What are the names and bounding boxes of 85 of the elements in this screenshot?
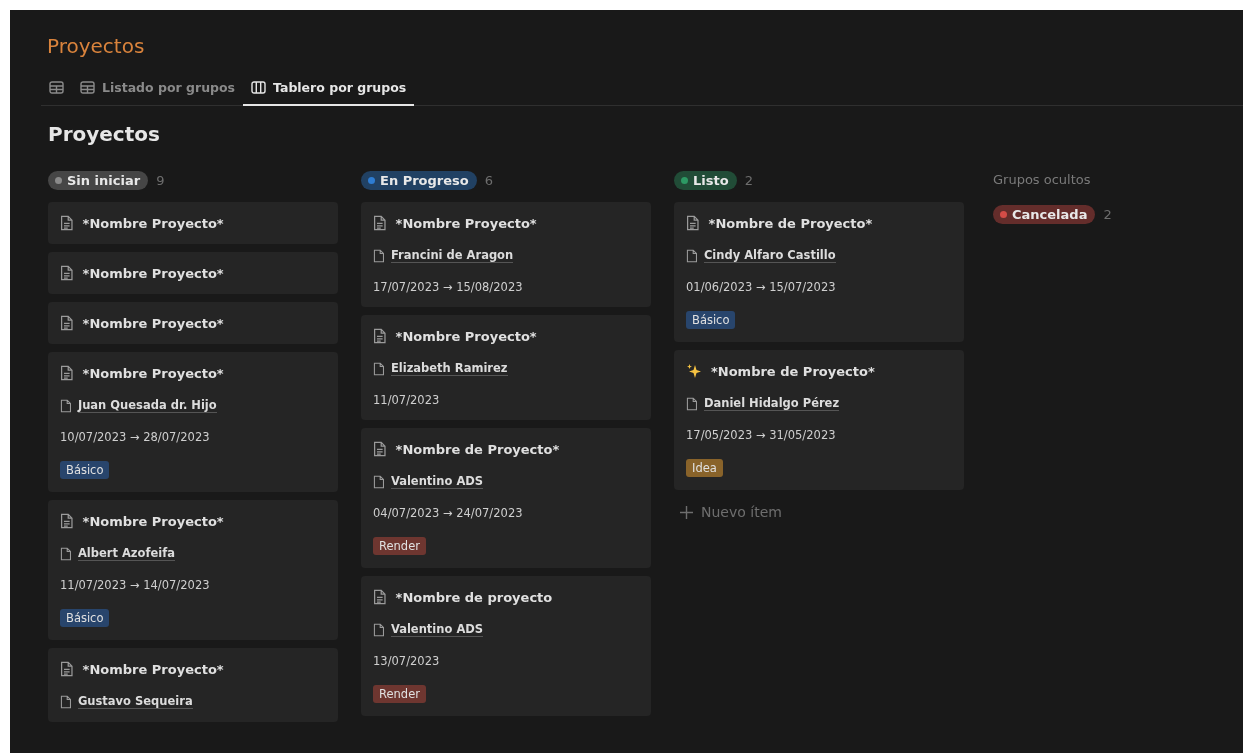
document-icon [60, 315, 74, 331]
document-icon [373, 441, 387, 457]
tag: Idea [686, 459, 723, 477]
page-icon [60, 546, 72, 561]
date-range: 11/07/2023 [373, 393, 441, 407]
document-icon [60, 365, 74, 381]
project-card[interactable]: *Nombre de Proyecto* Daniel Hidalgo Pérez 17/05/2023 → 31/05/2023 Idea [674, 350, 964, 490]
project-card[interactable]: *Nombre Proyecto* Juan Quesada dr. Hijo 10/07/2023 → 28/07/2023 Básico [48, 352, 338, 492]
date-range: 17/05/2023 → 31/05/2023 [686, 428, 837, 442]
card-title: *Nombre de Proyecto* [708, 215, 873, 231]
project-card[interactable]: *Nombre Proyecto* Albert Azofeifa 11/07/2023 → 14/07/2023 Básico [48, 500, 338, 640]
page-icon [60, 694, 72, 709]
card-title: *Nombre Proyecto* [82, 365, 224, 381]
card-title: *Nombre Proyecto* [82, 661, 224, 677]
tag: Render [373, 685, 426, 703]
tag: Render [373, 537, 426, 555]
project-card[interactable]: *Nombre Proyecto* [48, 302, 338, 344]
date-range: 11/07/2023 → 14/07/2023 [60, 578, 211, 592]
page-title: Proyectos [46, 33, 146, 60]
table-icon [49, 81, 64, 94]
card-title: *Nombre Proyecto* [395, 328, 537, 344]
card-title: *Nombre Proyecto* [82, 215, 224, 231]
page-icon [373, 622, 385, 637]
group-count: 6 [484, 172, 493, 188]
document-icon [373, 589, 387, 605]
tag: Básico [60, 609, 110, 627]
page-icon [373, 248, 385, 263]
project-card[interactable]: *Nombre Proyecto* Elizabeth Ramirez 11/07/2023 [361, 315, 651, 420]
card-title: *Nombre de Proyecto* [395, 441, 560, 457]
project-card[interactable]: *Nombre de Proyecto* Valentino ADS 04/07/2023 → 24/07/2023 Render [361, 428, 651, 568]
project-card[interactable]: *Nombre de Proyecto* Cindy Alfaro Castillo 01/06/2023 → 15/07/2023 Básico [674, 202, 964, 342]
status-pill: Cancelada [993, 204, 1096, 224]
person-link[interactable]: Juan Quesada dr. Hijo [77, 398, 217, 413]
view-title: Proyectos [47, 121, 161, 146]
view-tab[interactable]: Tablero por grupos [243, 74, 415, 106]
project-card[interactable]: *Nombre Proyecto* Francini de Aragon 17/07/2023 → 15/08/2023 [361, 202, 651, 307]
document-icon [60, 513, 74, 529]
document-icon [60, 215, 74, 231]
document-icon [686, 215, 700, 231]
hidden-groups-title: Grupos ocultos [993, 171, 1092, 189]
date-range: 13/07/2023 [373, 654, 441, 668]
card-title: *Nombre Proyecto* [395, 215, 537, 231]
project-card[interactable]: *Nombre Proyecto* [48, 202, 338, 244]
project-card[interactable]: *Nombre Proyecto* [48, 252, 338, 294]
person-link[interactable]: Valentino ADS [390, 622, 484, 637]
card-title: *Nombre Proyecto* [82, 265, 224, 281]
plus-icon [680, 505, 693, 519]
person-link[interactable]: Daniel Hidalgo Pérez [703, 396, 840, 411]
sparkles-icon [686, 363, 702, 379]
view-tab[interactable]: Listado por grupos [72, 74, 244, 106]
status-pill: En Progreso [361, 170, 477, 190]
card-title: *Nombre Proyecto* [82, 315, 224, 331]
project-card[interactable]: *Nombre de proyecto Valentino ADS 13/07/2023 Render [361, 576, 651, 716]
person-link[interactable]: Cindy Alfaro Castillo [703, 248, 836, 263]
group-count: 9 [156, 172, 165, 188]
date-range: 17/07/2023 → 15/08/2023 [373, 280, 524, 294]
tag: Básico [60, 461, 110, 479]
person-link[interactable]: Francini de Aragon [390, 248, 514, 263]
date-range: 04/07/2023 → 24/07/2023 [373, 506, 524, 520]
page-icon [686, 396, 698, 411]
document-icon [60, 661, 74, 677]
group-count: 2 [1103, 206, 1112, 222]
document-icon [373, 328, 387, 344]
page-icon [373, 361, 385, 376]
project-card[interactable]: *Nombre Proyecto* Gustavo Sequeira [48, 648, 338, 722]
person-link[interactable]: Albert Azofeifa [77, 546, 175, 561]
status-pill: Listo [674, 170, 737, 190]
person-link[interactable]: Valentino ADS [390, 474, 484, 489]
board-icon [251, 81, 267, 94]
page-icon [686, 248, 698, 263]
document-icon [60, 265, 74, 281]
group-count: 2 [744, 172, 753, 188]
document-icon [373, 215, 387, 231]
date-range: 01/06/2023 → 15/07/2023 [686, 280, 837, 294]
card-title: *Nombre de Proyecto* [711, 363, 875, 379]
page-icon [60, 398, 72, 413]
tag: Básico [686, 311, 736, 329]
person-link[interactable]: Elizabeth Ramirez [390, 361, 508, 376]
person-link[interactable]: Gustavo Sequeira [77, 694, 193, 709]
card-title: *Nombre Proyecto* [82, 513, 224, 529]
card-title: *Nombre de proyecto [395, 589, 553, 605]
status-pill: Sin iniciar [48, 170, 149, 190]
table-icon [80, 81, 95, 94]
page-icon [373, 474, 385, 489]
date-range: 10/07/2023 → 28/07/2023 [60, 430, 211, 444]
